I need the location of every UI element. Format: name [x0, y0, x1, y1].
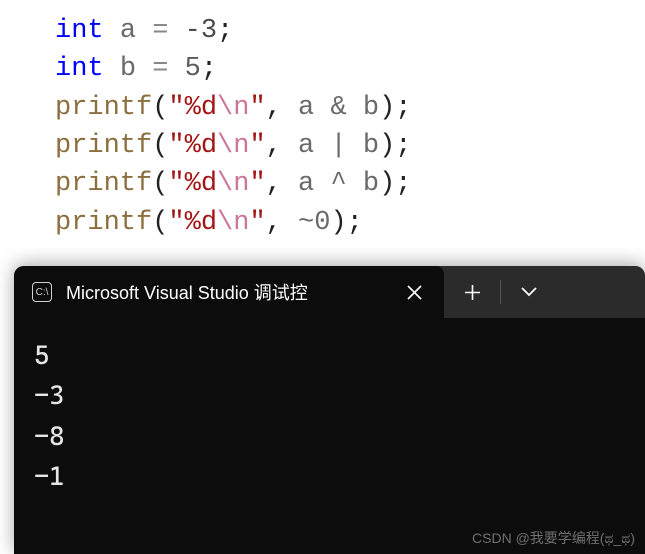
- output-line: -8: [34, 417, 625, 457]
- paren: ): [330, 208, 346, 238]
- string-quote: ": [249, 93, 265, 123]
- comma: ,: [266, 208, 282, 238]
- escape-seq: \n: [217, 208, 249, 238]
- number: -3: [185, 16, 217, 46]
- number: 5: [185, 54, 201, 84]
- terminal-output[interactable]: 5 -3 -8 -1: [14, 318, 645, 515]
- format-spec: %d: [185, 169, 217, 199]
- escape-seq: \n: [217, 169, 249, 199]
- function-name: printf: [55, 131, 152, 161]
- code-editor: int a = -3; int b = 5; printf("%d\n", a …: [0, 0, 645, 242]
- string-quote: ": [168, 169, 184, 199]
- keyword: int: [55, 16, 104, 46]
- semicolon: ;: [201, 54, 217, 84]
- semicolon: ;: [217, 16, 233, 46]
- close-icon: [407, 285, 422, 300]
- string-quote: ": [249, 208, 265, 238]
- code-line: printf("%d\n", a | b);: [55, 127, 645, 165]
- function-name: printf: [55, 93, 152, 123]
- escape-seq: \n: [217, 131, 249, 161]
- semicolon: ;: [395, 93, 411, 123]
- paren: ): [379, 169, 395, 199]
- output-line: -3: [34, 376, 625, 416]
- code-line: printf("%d\n", ~0);: [55, 204, 645, 242]
- expression: a | b: [298, 131, 379, 161]
- semicolon: ;: [395, 169, 411, 199]
- close-tab-button[interactable]: [398, 276, 430, 308]
- format-spec: %d: [185, 93, 217, 123]
- string-quote: ": [249, 131, 265, 161]
- semicolon: ;: [395, 131, 411, 161]
- terminal-titlebar[interactable]: C:\ Microsoft Visual Studio 调试控: [14, 266, 645, 318]
- terminal-window: C:\ Microsoft Visual Studio 调试控 5 -3 -8 …: [14, 266, 645, 554]
- string-quote: ": [168, 131, 184, 161]
- comma: ,: [266, 131, 282, 161]
- escape-seq: \n: [217, 93, 249, 123]
- string-quote: ": [168, 208, 184, 238]
- semicolon: ;: [347, 208, 363, 238]
- terminal-tab[interactable]: C:\ Microsoft Visual Studio 调试控: [14, 266, 444, 318]
- function-name: printf: [55, 169, 152, 199]
- identifier: a: [120, 16, 136, 46]
- cmd-icon: C:\: [32, 282, 52, 302]
- output-line: 5: [34, 336, 625, 376]
- format-spec: %d: [185, 131, 217, 161]
- code-line: printf("%d\n", a ^ b);: [55, 165, 645, 203]
- expression: a & b: [298, 93, 379, 123]
- string-quote: ": [168, 93, 184, 123]
- function-name: printf: [55, 208, 152, 238]
- tab-actions: [444, 266, 557, 318]
- identifier: b: [120, 54, 136, 84]
- paren: (: [152, 208, 168, 238]
- comma: ,: [266, 93, 282, 123]
- operator: =: [152, 16, 168, 46]
- paren: ): [379, 93, 395, 123]
- watermark: CSDN @我要学编程(ಥ_ಥ): [472, 528, 635, 548]
- comma: ,: [266, 169, 282, 199]
- paren: (: [152, 169, 168, 199]
- plus-icon: [464, 284, 481, 301]
- paren: ): [379, 131, 395, 161]
- format-spec: %d: [185, 208, 217, 238]
- paren: (: [152, 93, 168, 123]
- paren: (: [152, 131, 168, 161]
- string-quote: ": [249, 169, 265, 199]
- code-line: int b = 5;: [55, 50, 645, 88]
- code-line: printf("%d\n", a & b);: [55, 89, 645, 127]
- tab-dropdown-button[interactable]: [501, 266, 557, 318]
- expression: a ^ b: [298, 169, 379, 199]
- new-tab-button[interactable]: [444, 266, 500, 318]
- code-line: int a = -3;: [55, 12, 645, 50]
- chevron-down-icon: [521, 287, 537, 297]
- operator: =: [152, 54, 168, 84]
- keyword: int: [55, 54, 104, 84]
- terminal-tab-title: Microsoft Visual Studio 调试控: [66, 279, 384, 305]
- output-line: -1: [34, 457, 625, 497]
- expression: ~0: [298, 208, 330, 238]
